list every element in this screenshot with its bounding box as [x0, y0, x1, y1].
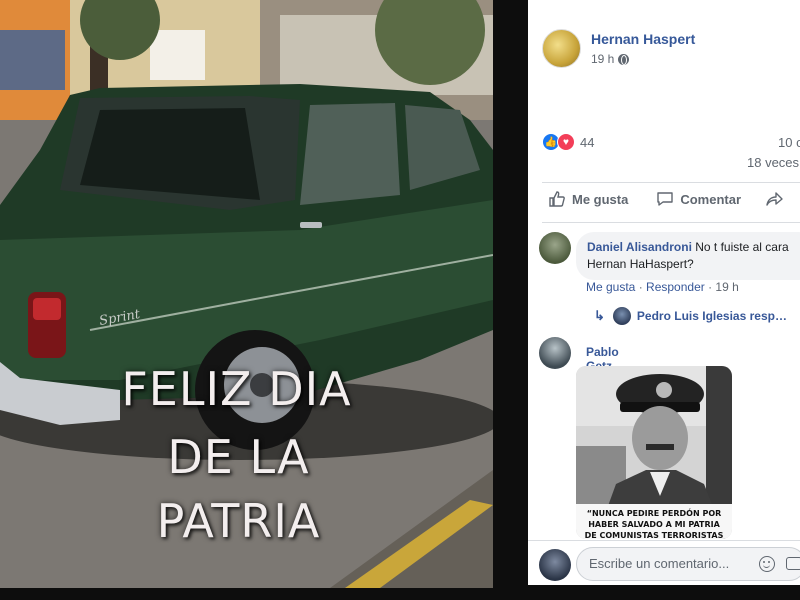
meme-caption-line2: HABER SALVADO A MI PATRIA [588, 520, 720, 529]
comment-time[interactable]: 19 h [715, 280, 738, 294]
meme-portrait-illustration: “NUNCA PEDIRE PERDÓN POR HABER SALVADO A… [576, 366, 732, 539]
current-user-avatar[interactable] [539, 549, 571, 581]
share-icon [766, 192, 783, 206]
like-button-label: Me gusta [572, 191, 629, 207]
post-timestamp[interactable]: 19 h [591, 52, 695, 66]
camera-icon[interactable] [786, 557, 800, 570]
emoji-icon[interactable] [759, 556, 775, 572]
overlay-text-line3: PATRIA [156, 494, 321, 548]
reaction-count: 44 [580, 134, 595, 150]
comment-meme-image[interactable]: “NUNCA PEDIRE PERDÓN POR HABER SALVADO A… [576, 366, 732, 539]
like-button[interactable]: Me gusta [548, 190, 628, 208]
divider [542, 182, 800, 183]
divider [542, 222, 800, 223]
comment-button-label: Comentar [680, 191, 742, 207]
post-actions: Me gusta Comentar [542, 190, 800, 208]
comment-button[interactable]: Comentar [656, 190, 741, 208]
replies-summary-text: Pedro Luis Iglesias resp… [636, 309, 787, 323]
post-photo[interactable]: Sprint FELIZ DIA DE LA PATRIA [0, 0, 493, 588]
comment-reply-link[interactable]: Responder [646, 280, 705, 294]
overlay-text-line1: FELIZ DIA [121, 362, 352, 416]
meme-caption-line3: DE COMUNISTAS TERRORISTAS [585, 531, 724, 539]
post-time-text: 19 h [591, 52, 615, 66]
divider [528, 540, 800, 541]
share-button[interactable] [765, 190, 789, 208]
comment-text-line2: Hernan HaHaspert? [587, 257, 694, 271]
comment-author[interactable]: Daniel Alisandroni [587, 240, 692, 254]
shares-count[interactable]: 18 veces [747, 155, 799, 170]
post-header: Hernan Haspert 19 h [542, 29, 695, 68]
comment-text-line1: No t fuiste al cara [695, 240, 789, 254]
globe-icon [618, 53, 630, 65]
comment-actions: Me gusta · Responder · 19 h [586, 280, 739, 294]
post-detail-panel: Hernan Haspert 19 h 👍 ♥ 44 10 c 18 veces… [528, 0, 800, 585]
reply-avatar [612, 307, 631, 325]
commenter-avatar[interactable] [539, 337, 571, 369]
comment-like-link[interactable]: Me gusta [586, 280, 635, 294]
meme-caption-line1: “NUNCA PEDIRE PERDÓN POR [587, 507, 722, 518]
author-name[interactable]: Hernan Haspert [591, 31, 695, 47]
reply-arrow-icon: ↳ [594, 308, 605, 323]
author-avatar[interactable] [542, 29, 581, 68]
commenter-avatar[interactable] [539, 232, 571, 264]
comments-count[interactable]: 10 c [778, 135, 800, 150]
overlay-text-line2: DE LA [167, 430, 310, 484]
comment-icon [657, 192, 674, 206]
reactions-summary[interactable]: 👍 ♥ 44 [542, 133, 594, 151]
love-reaction-icon: ♥ [557, 133, 575, 151]
thumbs-up-icon [549, 191, 565, 207]
comment-bubble: Daniel Alisandroni No t fuiste al cara H… [576, 232, 800, 280]
replies-summary[interactable]: ↳ Pedro Luis Iglesias resp… · [594, 307, 800, 325]
